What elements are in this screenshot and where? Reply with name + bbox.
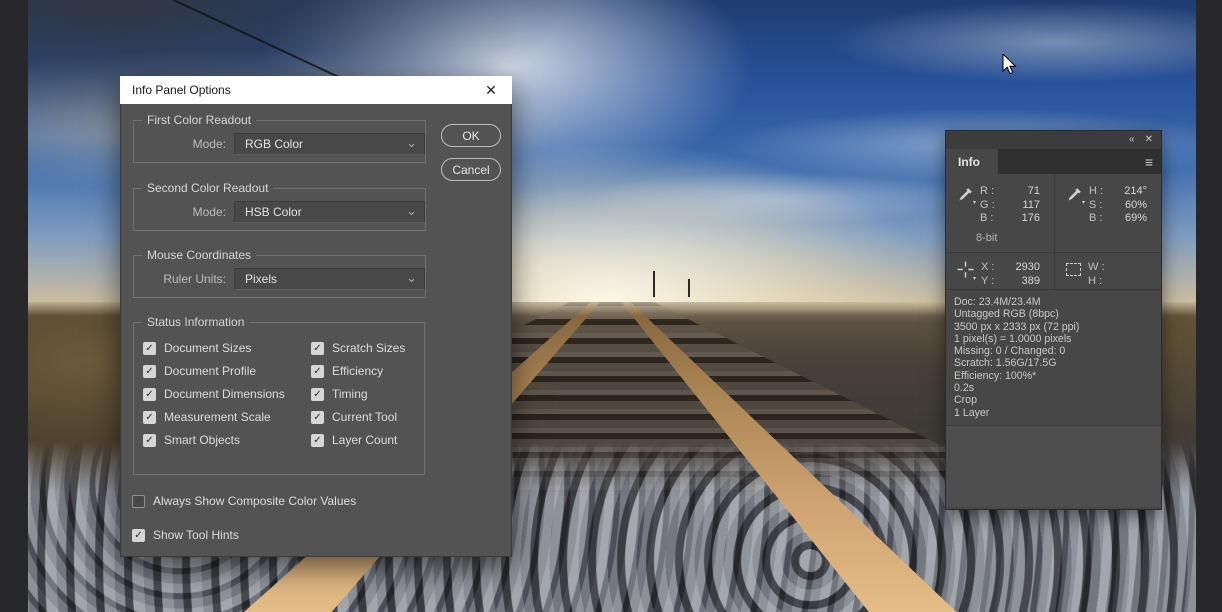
panel-menu-icon[interactable]: ≡: [1145, 154, 1153, 170]
chevron-down-icon: ⌄: [406, 203, 417, 219]
status-layer-count: 1 Layer: [954, 407, 1153, 419]
mouse-coordinates-legend: Mouse Coordinates: [142, 248, 256, 262]
checkbox[interactable]: ✓: [311, 342, 324, 355]
status-profile: Untagged RGB (8bpc): [954, 308, 1153, 320]
status-checkbox-grid: ✓ Document Sizes ✓ Scratch Sizes ✓ Docum…: [134, 329, 424, 447]
checkbox-document-sizes[interactable]: ✓ Document Sizes: [143, 341, 311, 355]
dialog-close-icon[interactable]: ✕: [480, 82, 502, 99]
panel-empty-area: [946, 426, 1161, 507]
cancel-button[interactable]: Cancel: [441, 158, 501, 181]
status-current-tool: Crop: [954, 394, 1153, 406]
checkbox-document-dimensions[interactable]: ✓ Document Dimensions: [143, 387, 311, 401]
document-status-section: Doc: 23.4M/23.4M Untagged RGB (8bpc) 350…: [946, 290, 1161, 425]
cursor-coords-cell: ▾ X :2930 Y :389: [946, 253, 1054, 289]
status-measurement-scale: 1 pixel(s) = 1.0000 pixels: [954, 333, 1153, 345]
workspace-left-edge: [0, 0, 28, 612]
checkbox-measurement-scale[interactable]: ✓ Measurement Scale: [143, 410, 311, 424]
checkbox-scratch-sizes[interactable]: ✓ Scratch Sizes: [311, 341, 424, 355]
coordinates-section: ▾ X :2930 Y :389 W : H :: [946, 253, 1161, 289]
dialog-titlebar[interactable]: Info Panel Options ✕: [120, 76, 512, 104]
flyout-arrow-icon: ▾: [973, 275, 976, 282]
first-readout-mode-select[interactable]: RGB Color ⌄: [234, 133, 425, 155]
status-information-group: Status Information ✓ Document Sizes ✓ Sc…: [133, 315, 425, 475]
checkbox[interactable]: ✓: [311, 434, 324, 447]
checkbox[interactable]: ✓: [143, 342, 156, 355]
tab-info[interactable]: Info: [946, 149, 998, 174]
collapse-panel-icon[interactable]: «: [1129, 135, 1135, 145]
flyout-arrow-icon: ▾: [973, 199, 976, 206]
checkbox-current-tool[interactable]: ✓ Current Tool: [311, 410, 424, 424]
status-dimensions: 3500 px x 2333 px (72 ppi): [954, 321, 1153, 333]
mode-label: Mode:: [134, 205, 226, 219]
info-panel-options-dialog: Info Panel Options ✕ First Color Readout…: [120, 76, 512, 557]
second-readout-mode-select[interactable]: HSB Color ⌄: [234, 201, 425, 223]
checkbox-document-profile[interactable]: ✓ Document Profile: [143, 364, 311, 378]
photo-pole: [688, 279, 690, 297]
checkbox[interactable]: ✓: [311, 411, 324, 424]
checkbox-always-show-composite[interactable]: ✓ Always Show Composite Color Values: [132, 494, 356, 508]
crosshair-icon[interactable]: ▾: [957, 261, 974, 278]
checkbox[interactable]: ✓: [143, 434, 156, 447]
status-efficiency: Efficiency: 100%*: [954, 370, 1153, 382]
photoshop-workspace: Info Panel Options ✕ First Color Readout…: [0, 0, 1222, 612]
selection-size-cell: W : H :: [1055, 253, 1161, 289]
checkbox-layer-count[interactable]: ✓ Layer Count: [311, 433, 424, 447]
color-readout-section: ▾ R :71 G :117 B :176 ▾ H :214°: [946, 174, 1161, 252]
checkbox-timing[interactable]: ✓ Timing: [311, 387, 424, 401]
checkbox-smart-objects[interactable]: ✓ Smart Objects: [143, 433, 311, 447]
mouse-coordinates-group: Mouse Coordinates Ruler Units: Pixels ⌄: [133, 248, 426, 298]
ok-button[interactable]: OK: [441, 124, 501, 147]
checkbox[interactable]: ✓: [132, 529, 145, 542]
checkbox[interactable]: ✓: [143, 365, 156, 378]
close-panel-icon[interactable]: ✕: [1145, 135, 1153, 145]
mouse-cursor: [1002, 54, 1022, 76]
info-panel: « ✕ Info ≡ ▾ R :71 G :117 B :176: [945, 130, 1162, 510]
eyedropper-icon[interactable]: ▾: [957, 187, 973, 203]
checkbox[interactable]: ✓: [143, 388, 156, 401]
chevron-down-icon: ⌄: [406, 135, 417, 151]
workspace-right-edge: [1196, 0, 1222, 612]
chevron-down-icon: ⌄: [406, 270, 417, 286]
first-readout-mode-value: RGB Color: [245, 137, 303, 151]
second-color-readout-legend: Second Color Readout: [142, 181, 273, 195]
second-color-readout-group: Second Color Readout Mode: HSB Color ⌄: [133, 181, 426, 231]
dialog-body: First Color Readout Mode: RGB Color ⌄ Se…: [120, 104, 512, 557]
first-readout-cell: ▾ R :71 G :117 B :176: [946, 174, 1054, 252]
eyedropper-icon[interactable]: ▾: [1066, 187, 1082, 203]
marquee-icon: [1066, 263, 1081, 276]
info-panel-content: ▾ R :71 G :117 B :176 ▾ H :214°: [946, 174, 1161, 509]
checkbox-efficiency[interactable]: ✓ Efficiency: [311, 364, 424, 378]
status-doc-size: Doc: 23.4M/23.4M: [954, 296, 1153, 308]
checkbox[interactable]: ✓: [143, 411, 156, 424]
status-scratch: Scratch: 1.56G/17.5G: [954, 357, 1153, 369]
status-timing: 0.2s: [954, 382, 1153, 394]
photo-pole: [653, 271, 655, 297]
ruler-units-select[interactable]: Pixels ⌄: [234, 268, 425, 290]
ruler-units-label: Ruler Units:: [134, 272, 226, 286]
flyout-arrow-icon: ▾: [1082, 199, 1085, 206]
bit-depth-label: 8-bit: [976, 232, 997, 244]
info-panel-tabbar: Info ≡: [946, 149, 1161, 174]
ruler-units-value: Pixels: [245, 272, 277, 286]
mode-label: Mode:: [134, 137, 226, 151]
second-readout-mode-value: HSB Color: [245, 205, 302, 219]
first-color-readout-legend: First Color Readout: [142, 113, 256, 127]
info-panel-header[interactable]: « ✕: [946, 131, 1161, 149]
status-information-legend: Status Information: [142, 315, 249, 329]
status-smart-objects: Missing: 0 / Changed: 0: [954, 345, 1153, 357]
checkbox[interactable]: ✓: [132, 495, 145, 508]
checkbox[interactable]: ✓: [311, 365, 324, 378]
checkbox[interactable]: ✓: [311, 388, 324, 401]
checkbox-show-tool-hints[interactable]: ✓ Show Tool Hints: [132, 528, 239, 542]
second-readout-cell: ▾ H :214° S :60% B :69%: [1055, 174, 1161, 252]
dialog-title: Info Panel Options: [132, 83, 480, 97]
first-color-readout-group: First Color Readout Mode: RGB Color ⌄: [133, 113, 426, 163]
